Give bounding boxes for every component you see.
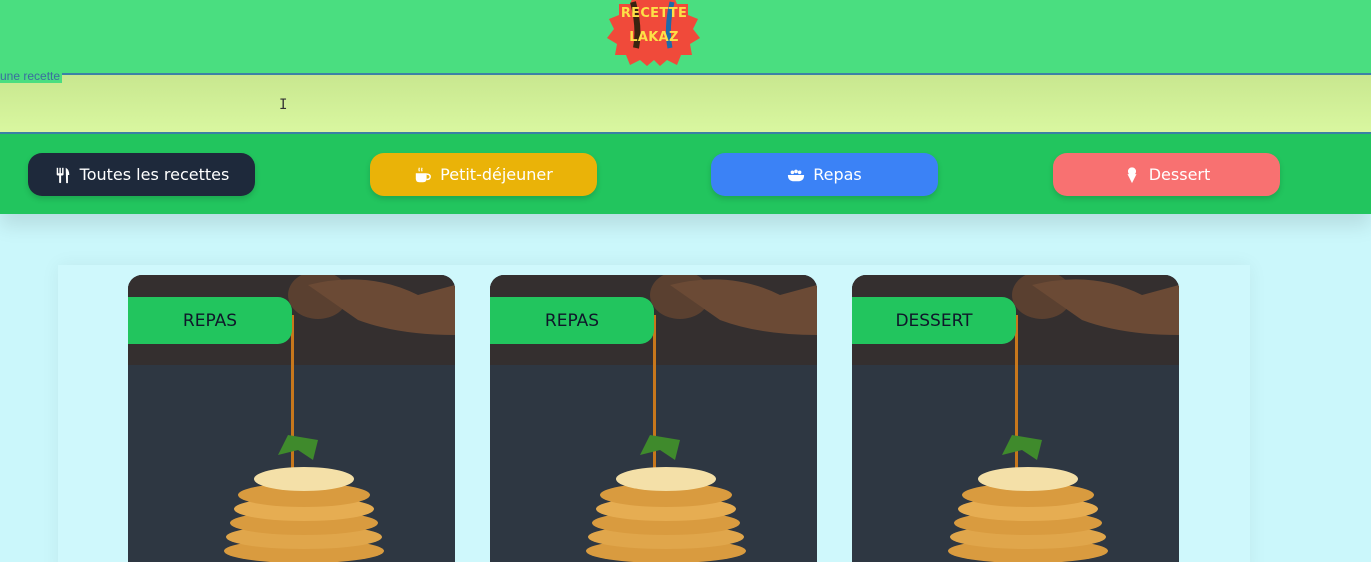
category-button-dessert[interactable]: Dessert	[1053, 153, 1280, 196]
search-bar: une recette I	[0, 69, 1371, 134]
site-logo[interactable]: RECETTE LAKAZ	[600, 0, 708, 66]
recipe-category-badge: REPAS	[490, 297, 654, 344]
logo-text-line2: LAKAZ	[629, 30, 679, 45]
recipe-card[interactable]: REPAS	[490, 275, 817, 562]
category-label: Repas	[813, 165, 862, 184]
coffee-mug-icon	[415, 167, 432, 182]
search-label: une recette	[0, 69, 63, 83]
category-filter-bar: Toutes les recettes Petit-déjeuner Repas…	[0, 134, 1371, 214]
recipe-category-badge: REPAS	[128, 297, 292, 344]
logo-text-line1: RECETTE	[620, 6, 688, 21]
recipe-card[interactable]: REPAS	[128, 275, 455, 562]
search-input[interactable]	[0, 75, 1371, 132]
recipe-card[interactable]: DESSERT	[852, 275, 1179, 562]
category-label: Dessert	[1148, 165, 1211, 184]
recipe-grid: REPAS REPAS DESSERT	[58, 265, 1250, 562]
category-button-meal[interactable]: Repas	[711, 153, 938, 196]
site-header: RECETTE LAKAZ	[0, 0, 1371, 75]
bowl-icon	[788, 169, 805, 181]
category-button-all[interactable]: Toutes les recettes	[28, 153, 255, 196]
recipe-category-badge: DESSERT	[852, 297, 1016, 344]
ice-cream-icon	[1127, 166, 1137, 183]
category-label: Petit-déjeuner	[440, 165, 553, 184]
category-label: Toutes les recettes	[79, 165, 230, 184]
category-button-breakfast[interactable]: Petit-déjeuner	[370, 153, 597, 196]
text-cursor-icon: I	[279, 97, 288, 113]
utensils-icon	[56, 167, 69, 183]
